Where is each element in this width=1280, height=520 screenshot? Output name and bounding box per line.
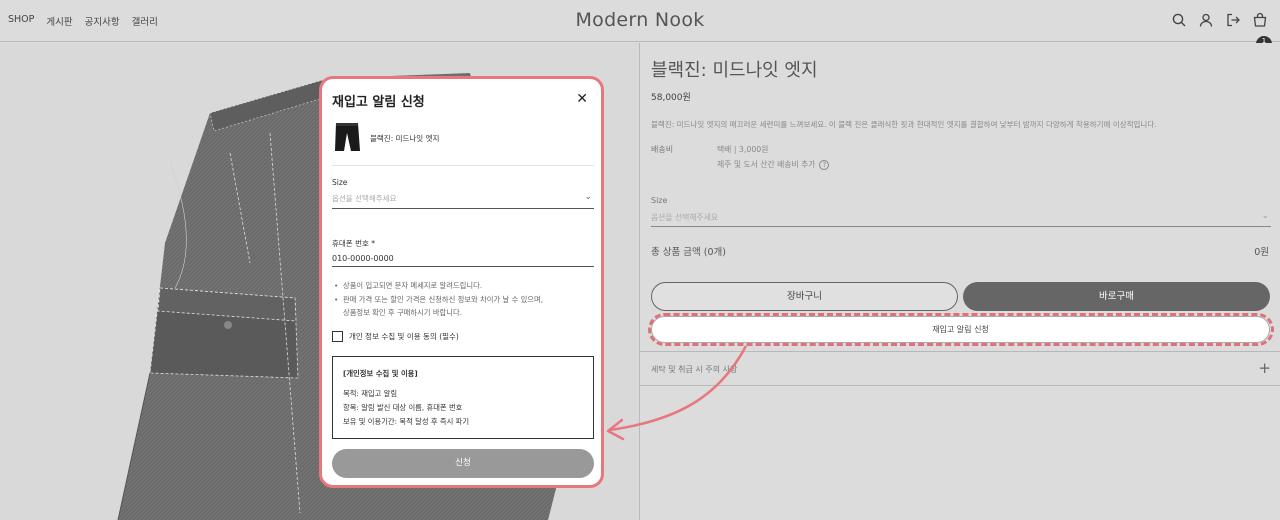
modal-product-name: 블랙진: 미드나잇 엣지 (370, 134, 440, 143)
product-description: 블랙진: 미드나잇 엣지의 매끄러운 세련미를 느껴보세요. 이 블랙 진은 클… (651, 120, 1157, 129)
logout-icon[interactable] (1225, 12, 1241, 28)
size-select[interactable]: 옵션을 선택해주세요 ⌄ (651, 209, 1271, 227)
total-label: 총 상품 금액 (0개) (651, 247, 726, 258)
chevron-down-icon: ⌄ (584, 192, 592, 202)
agree-checkbox[interactable] (332, 331, 343, 342)
divider (332, 165, 594, 166)
shipping-label: 배송비 (651, 145, 674, 154)
care-accordion[interactable]: 세탁 및 취급 시 주의 사항 + (640, 351, 1280, 386)
notice-list: 상품이 입고되면 문자 메세지로 알려드립니다. 판매 가격 또는 할인 가격은… (334, 279, 596, 320)
notice-item: 판매 가격 또는 할인 가격은 신청하신 정보와 차이가 날 수 있으며, (334, 293, 596, 307)
chevron-down-icon: ⌄ (1261, 211, 1269, 221)
help-icon[interactable]: ? (819, 159, 830, 170)
required-mark: * (371, 239, 376, 248)
modal-size-select[interactable]: 옵션을 선택해주세요 ⌄ (332, 191, 594, 209)
notice-item-cont: 상품정보 확인 후 구매하시기 바랍니다. (343, 308, 463, 317)
modal-size-label: Size (332, 178, 348, 187)
cart-icon[interactable]: 1 (1252, 12, 1272, 52)
size-select-placeholder: 옵션을 선택해주세요 (651, 213, 719, 222)
product-thumbnail (335, 123, 360, 151)
total-value: 0원 (1254, 247, 1269, 258)
shipping-note: 제주 및 도서 산간 배송비 추가 ? (717, 159, 830, 170)
shipping-note-text: 제주 및 도서 산간 배송비 추가 (717, 160, 816, 169)
privacy-box: [개인정보 수집 및 이용] 목적: 재입고 알림 항목: 알림 발신 대상 이… (332, 356, 594, 439)
phone-label: 휴대폰 번호 * (332, 238, 375, 249)
privacy-title: [개인정보 수집 및 이용] (343, 369, 418, 378)
close-icon[interactable]: ✕ (576, 91, 588, 107)
submit-button[interactable]: 신청 (332, 449, 594, 478)
notice-item: 상품이 입고되면 문자 메세지로 알려드립니다. (334, 279, 596, 293)
product-details: 블랙진: 미드나잇 엣지 58,000원 블랙진: 미드나잇 엣지의 매끄러운 … (639, 43, 1280, 520)
phone-input[interactable] (332, 250, 594, 267)
search-icon[interactable] (1171, 12, 1187, 28)
privacy-line: 항목: 알림 발신 대상 이름, 휴대폰 번호 (343, 403, 463, 412)
modal-title: 재입고 알림 신청 (332, 95, 425, 110)
modal-size-placeholder: 옵션을 선택해주세요 (332, 194, 397, 203)
header-icons: 1 (1171, 12, 1272, 52)
privacy-agree[interactable]: 개인 정보 수집 및 이용 동의 (필수) (332, 331, 459, 342)
product-title: 블랙진: 미드나잇 엣지 (651, 60, 818, 81)
user-icon[interactable] (1198, 12, 1214, 28)
phone-label-text: 휴대폰 번호 (332, 239, 369, 248)
privacy-line: 보유 및 이용기간: 목적 달성 후 즉시 파기 (343, 417, 470, 426)
care-label: 세탁 및 취급 시 주의 사항 (651, 365, 738, 374)
privacy-line: 목적: 재입고 알림 (343, 389, 398, 398)
plus-icon[interactable]: + (1258, 359, 1271, 377)
add-to-cart-button[interactable]: 장바구니 (651, 282, 958, 311)
agree-label: 개인 정보 수집 및 이용 동의 (필수) (349, 332, 459, 341)
size-label: Size (651, 196, 668, 205)
buy-now-button[interactable]: 바로구매 (963, 282, 1270, 311)
restock-alert-button[interactable]: 재입고 알림 신청 (651, 316, 1270, 343)
shipping-value: 택배 | 3,000원 (717, 145, 769, 154)
site-header: SHOP 게시판 공지사항 갤러리 Modern Nook 1 (0, 0, 1280, 52)
restock-modal: 재입고 알림 신청 ✕ 블랙진: 미드나잇 엣지 Size 옵션을 선택해주세요… (319, 76, 604, 488)
site-logo[interactable]: Modern Nook (0, 9, 1280, 31)
product-price: 58,000원 (651, 93, 691, 103)
